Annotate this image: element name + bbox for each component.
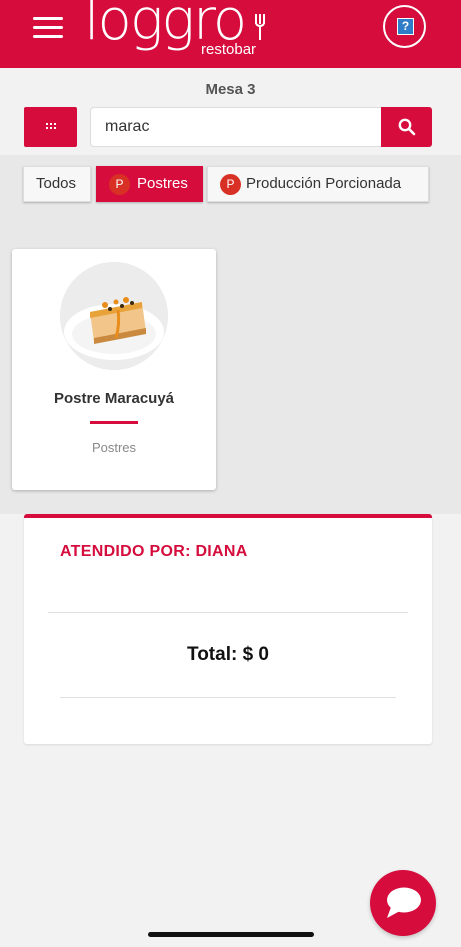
order-total: Total: $ 0	[187, 644, 269, 665]
category-label: Producción Porcionada	[246, 175, 402, 192]
category-tab-produccion-porcionada[interactable]: P Producción Porcionada	[207, 166, 429, 202]
category-badge-icon: P	[220, 174, 241, 195]
order-summary: ATENDIDO POR: DIANA Total: $ 0	[24, 514, 432, 744]
product-name: Postre Maracuyá	[53, 390, 175, 407]
search-input[interactable]	[90, 107, 382, 147]
divider	[60, 697, 396, 698]
product-grid: Postre Maracuyá Postres	[0, 216, 461, 514]
divider	[48, 612, 408, 613]
help-button[interactable]: ?	[383, 5, 426, 48]
search-button[interactable]	[381, 107, 432, 147]
passion-fruit-cheesecake-photo	[60, 262, 168, 370]
product-card[interactable]: Postre Maracuyá Postres	[12, 249, 216, 490]
top-bar: loggro restobar ?	[0, 0, 461, 68]
chat-bubble-icon	[387, 887, 421, 918]
help-question-icon: ?	[397, 18, 414, 35]
product-category: Postres	[91, 440, 137, 455]
fork-knife-icon	[255, 14, 265, 40]
category-tab-todos[interactable]: Todos	[23, 166, 91, 202]
category-badge-icon: P	[109, 174, 130, 195]
attended-by-label: ATENDIDO POR: DIANA	[60, 543, 248, 560]
hamburger-menu-icon[interactable]	[33, 17, 63, 39]
grid-view-button[interactable]	[24, 107, 77, 147]
loggro-logo: loggro restobar	[84, 0, 270, 62]
table-label: Mesa 3	[205, 81, 256, 98]
chat-button[interactable]	[370, 870, 436, 936]
logo-subtitle: restobar	[201, 41, 257, 58]
grid-icon	[46, 123, 56, 130]
product-divider	[90, 421, 138, 424]
search-icon	[398, 118, 416, 136]
category-label: Postres	[137, 175, 188, 192]
category-tab-postres[interactable]: P Postres	[96, 166, 203, 202]
home-indicator	[148, 932, 314, 937]
category-bar: Todos P Postres P Producción Porcionada	[0, 155, 461, 216]
category-label: Todos	[36, 175, 77, 192]
